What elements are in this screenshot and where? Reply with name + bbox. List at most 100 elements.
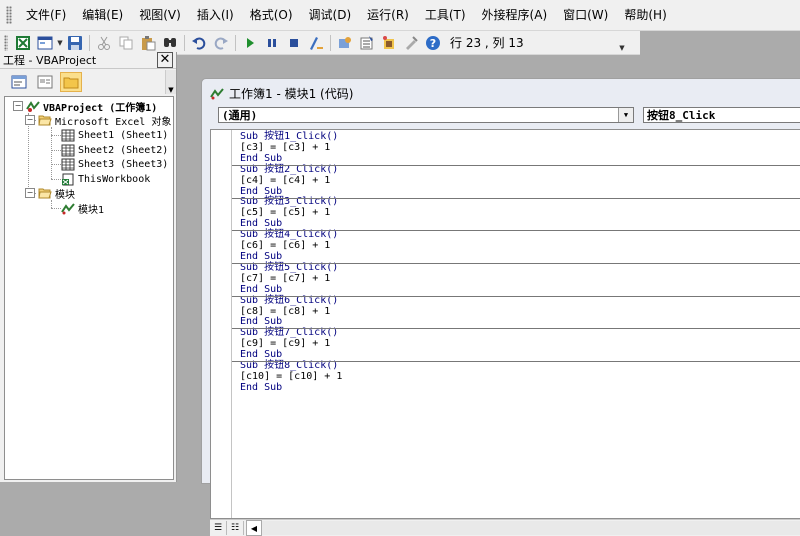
tree-item-sheet2[interactable]: Sheet2 (Sheet2) [61, 143, 168, 157]
save-icon[interactable] [66, 34, 84, 52]
design-mode-icon[interactable] [307, 34, 325, 52]
code-line-end: End Sub [240, 349, 283, 361]
menu-format[interactable]: 格式(O) [242, 0, 301, 30]
object-combo[interactable]: (通用) ▼ [218, 107, 634, 123]
code-line-end: End Sub [240, 185, 283, 197]
menu-insert[interactable]: 插入(I) [189, 0, 242, 30]
scroll-left-icon[interactable]: ◀ [246, 520, 262, 536]
menu-view[interactable]: 视图(V) [131, 0, 189, 30]
tree-item-label: Microsoft Excel 对象 [55, 116, 172, 128]
worksheet-icon [61, 129, 75, 142]
collapse-icon[interactable]: − [13, 101, 23, 111]
code-editor[interactable]: Sub 按钮1_Click() [c3] = [c3] + 1 End Sub S… [210, 129, 800, 519]
toolbar-separator [330, 34, 331, 51]
code-margin[interactable] [211, 130, 232, 518]
code-line-end: End Sub [240, 218, 283, 230]
view-object-icon[interactable] [34, 72, 56, 92]
view-excel-icon[interactable] [14, 34, 32, 52]
procedure-separator [232, 230, 800, 231]
tree-item-vbaproject[interactable]: − VBAProject (工作簿1) [13, 99, 158, 114]
chevron-down-icon[interactable]: ▼ [618, 108, 633, 122]
tree-line [51, 135, 61, 136]
tree-item-label: ThisWorkbook [78, 173, 151, 185]
folder-open-icon [38, 187, 52, 200]
run-icon[interactable] [241, 34, 259, 52]
menu-debug[interactable]: 调试(D) [301, 0, 360, 30]
procedure-separator [232, 263, 800, 264]
tree-item-sheet1[interactable]: Sheet1 (Sheet1) [61, 128, 168, 142]
menu-run[interactable]: 运行(R) [359, 0, 417, 30]
code-line-body: [c6] = [c6] + 1 [240, 240, 331, 252]
code-window: 工作簿1 - 模块1 (代码) (通用) ▼ 按钮8_Click Sub 按钮1… [201, 78, 800, 536]
module-icon [210, 87, 224, 100]
project-explorer-title-bar: 工程 - VBAProject ✕ [0, 52, 176, 69]
tree-item-thisworkbook[interactable]: ThisWorkbook [61, 172, 150, 186]
procedure-combo-value: 按钮8_Click [647, 109, 716, 122]
toolbar-grip[interactable] [4, 34, 8, 51]
proc-block: Sub 按钮8_Click() [c10] = [c10] + 1 End Su… [240, 360, 343, 394]
tree-item-excel-objects[interactable]: − Microsoft Excel 对象 [25, 113, 172, 128]
tree-item-sheet3[interactable]: Sheet3 (Sheet3) [61, 157, 168, 171]
toolbox-icon[interactable] [402, 34, 420, 52]
insert-dropdown-icon[interactable]: ▼ [56, 34, 64, 52]
vba-project-icon [26, 100, 40, 113]
break-icon[interactable] [263, 34, 281, 52]
procedure-combo[interactable]: 按钮8_Click [643, 107, 800, 123]
undo-icon[interactable] [190, 34, 208, 52]
tree-line [51, 150, 61, 151]
code-line-end: End Sub [240, 152, 283, 164]
collapse-icon[interactable]: − [25, 115, 35, 125]
code-line-body: [c4] = [c4] + 1 [240, 174, 331, 186]
copy-icon[interactable] [117, 34, 135, 52]
menu-addins[interactable]: 外接程序(A) [474, 0, 556, 30]
menu-edit[interactable]: 编辑(E) [74, 0, 131, 30]
procedure-view-icon[interactable]: ☰ [210, 521, 227, 535]
help-icon[interactable]: ? [424, 34, 442, 52]
code-combo-row: (通用) ▼ 按钮8_Click [216, 107, 800, 125]
horizontal-scrollbar[interactable] [262, 521, 800, 535]
redo-icon[interactable] [212, 34, 230, 52]
menu-help[interactable]: 帮助(H) [616, 0, 674, 30]
menu-file[interactable]: 文件(F) [18, 0, 74, 30]
tree-item-modules[interactable]: − 模块 [25, 186, 75, 201]
tree-item-module1[interactable]: 模块1 [61, 201, 104, 216]
menu-tools[interactable]: 工具(T) [417, 0, 474, 30]
proc-block: Sub 按钮6_Click() [c8] = [c8] + 1 End Sub [240, 295, 342, 329]
worksheet-icon [61, 144, 75, 157]
project-explorer-icon[interactable] [336, 34, 354, 52]
full-module-view-icon[interactable]: ☷ [227, 521, 244, 535]
code-window-title-bar[interactable]: 工作簿1 - 模块1 (代码) [202, 79, 800, 107]
project-explorer: 工程 - VBAProject ✕ ▼ − VBAProject (工作簿1) … [0, 52, 177, 482]
code-line-end: End Sub [240, 250, 283, 262]
proc-block: Sub 按钮2_Click() [c4] = [c4] + 1 End Sub [240, 164, 342, 198]
paste-icon[interactable] [139, 34, 157, 52]
toolbar-separator [89, 34, 90, 51]
toggle-folders-icon[interactable] [60, 72, 82, 92]
collapse-icon[interactable]: − [25, 188, 35, 198]
toolbar-options-icon[interactable]: ▼ [618, 34, 626, 52]
procedure-separator [232, 165, 800, 166]
project-toolbar-scroll[interactable]: ▼ [165, 70, 176, 94]
view-code-icon[interactable] [8, 72, 30, 92]
find-icon[interactable] [161, 34, 179, 52]
object-browser-icon[interactable] [380, 34, 398, 52]
insert-userform-icon[interactable] [36, 34, 54, 52]
worksheet-icon [61, 158, 75, 171]
menu-window[interactable]: 窗口(W) [555, 0, 616, 30]
menu-grip[interactable] [6, 6, 12, 24]
object-combo-value: (通用) [222, 109, 258, 122]
properties-icon[interactable] [358, 34, 376, 52]
tree-item-label: VBAProject (工作簿1) [43, 102, 158, 114]
reset-icon[interactable] [285, 34, 303, 52]
proc-block: Sub 按钮5_Click() [c7] = [c7] + 1 End Sub [240, 262, 342, 296]
close-icon[interactable]: ✕ [157, 52, 173, 68]
procedure-separator [232, 198, 800, 199]
code-line-body: [c5] = [c5] + 1 [240, 207, 331, 219]
proc-block: Sub 按钮4_Click() [c6] = [c6] + 1 End Sub [240, 229, 342, 263]
procedure-separator [232, 296, 800, 297]
cut-icon[interactable] [95, 34, 113, 52]
tree-item-label: 模块 [55, 189, 75, 201]
tree-line [51, 164, 61, 165]
code-line-body: [c10] = [c10] + 1 [240, 370, 343, 382]
menu-bar: 文件(F) 编辑(E) 视图(V) 插入(I) 格式(O) 调试(D) 运行(R… [0, 0, 800, 31]
